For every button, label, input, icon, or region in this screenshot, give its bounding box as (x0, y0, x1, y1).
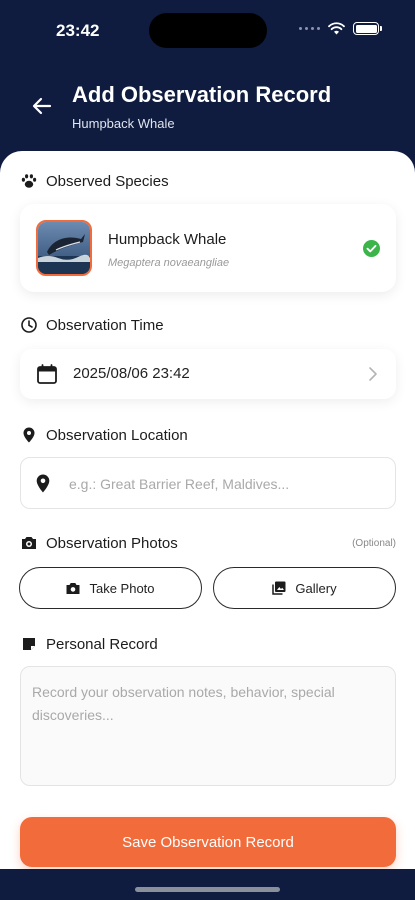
record-label-text: Personal Record (46, 635, 158, 653)
location-pin-icon (23, 427, 35, 443)
back-arrow-icon[interactable] (30, 94, 54, 118)
status-time: 23:42 (56, 21, 100, 40)
notes-textarea[interactable] (20, 666, 396, 786)
species-thumbnail (36, 220, 92, 276)
home-bar (0, 869, 415, 900)
home-indicator (135, 887, 280, 892)
form-sheet: Observed Species Humpback Whale Megapter… (0, 151, 415, 869)
location-label-text: Observation Location (46, 426, 188, 444)
time-value: 2025/08/06 23:42 (73, 365, 190, 382)
photos-section-label: Observation Photos (20, 534, 178, 552)
location-section-label: Observation Location (20, 426, 188, 444)
species-name: Humpback Whale (108, 231, 227, 248)
species-scientific-name: Megaptera novaeangliae (108, 257, 230, 269)
camera-icon (66, 582, 80, 594)
location-input[interactable] (69, 470, 379, 498)
time-label-text: Observation Time (46, 316, 164, 334)
status-icons (299, 22, 382, 35)
signal-icon (299, 27, 320, 30)
species-label-text: Observed Species (46, 172, 169, 190)
battery-icon (353, 22, 382, 35)
page-subtitle: Humpback Whale (72, 116, 175, 131)
gallery-icon (272, 581, 286, 595)
camera-icon (22, 537, 36, 549)
time-section-label: Observation Time (20, 316, 164, 334)
check-icon (363, 240, 380, 257)
time-picker[interactable]: 2025/08/06 23:42 (20, 349, 396, 399)
take-photo-button[interactable]: Take Photo (19, 567, 202, 609)
note-icon (23, 638, 35, 650)
take-photo-label: Take Photo (89, 580, 155, 596)
paw-icon (21, 174, 37, 188)
status-bar: 23:42 (0, 0, 415, 60)
dynamic-island (149, 13, 267, 48)
page-title: Add Observation Record (72, 82, 332, 107)
calendar-icon (37, 364, 57, 384)
record-section-label: Personal Record (20, 635, 158, 653)
clock-icon (21, 317, 37, 333)
gallery-label: Gallery (295, 580, 337, 596)
location-field[interactable] (20, 457, 396, 509)
species-section-label: Observed Species (20, 172, 169, 190)
gallery-button[interactable]: Gallery (213, 567, 396, 609)
header: Add Observation Record Humpback Whale (0, 70, 415, 150)
species-card[interactable]: Humpback Whale Megaptera novaeangliae (20, 204, 396, 292)
optional-tag: (Optional) (352, 538, 396, 549)
wifi-icon (328, 22, 345, 35)
location-pin-icon (36, 474, 50, 493)
chevron-right-icon (369, 367, 377, 381)
save-button[interactable]: Save Observation Record (20, 817, 396, 867)
photos-label-text: Observation Photos (46, 534, 178, 552)
